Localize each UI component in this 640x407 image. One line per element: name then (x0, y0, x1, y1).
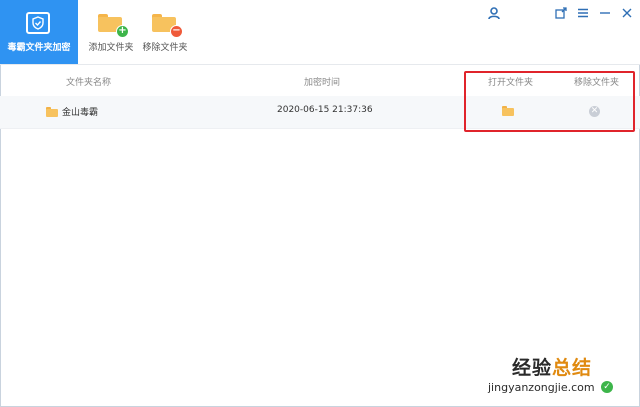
user-icon[interactable] (486, 6, 502, 20)
close-icon[interactable] (619, 6, 635, 20)
encrypt-folder-label: 毒霸文件夹加密 (7, 43, 71, 53)
folder-icon (46, 107, 58, 117)
add-folder-label: 添加文件夹 (88, 43, 134, 53)
remove-folder-button[interactable]: − 移除文件夹 (140, 0, 190, 64)
shield-icon (26, 12, 50, 34)
encrypt-folder-tab[interactable]: 毒霸文件夹加密 (0, 0, 78, 64)
highlight-annotation (464, 71, 635, 132)
encrypt-time: 2020-06-15 21:37:36 (277, 105, 373, 115)
pin-icon[interactable] (553, 6, 569, 20)
folder-add-icon: + (98, 14, 129, 38)
folder-remove-icon: − (152, 14, 183, 38)
watermark-title: 经验总结 (512, 357, 593, 379)
column-header-time: 加密时间 (304, 78, 341, 88)
watermark-subtitle: jingyanzongjie.com (488, 381, 595, 394)
folder-name: 金山毒霸 (62, 108, 99, 118)
minimize-icon[interactable] (597, 6, 613, 20)
toolbar: 毒霸文件夹加密 + 添加文件夹 − 移除文件夹 (0, 0, 640, 65)
add-folder-button[interactable]: + 添加文件夹 (86, 0, 136, 64)
menu-icon[interactable] (575, 6, 591, 20)
column-header-name: 文件夹名称 (66, 78, 112, 88)
check-icon: ✓ (601, 381, 613, 393)
remove-folder-label: 移除文件夹 (142, 43, 188, 53)
